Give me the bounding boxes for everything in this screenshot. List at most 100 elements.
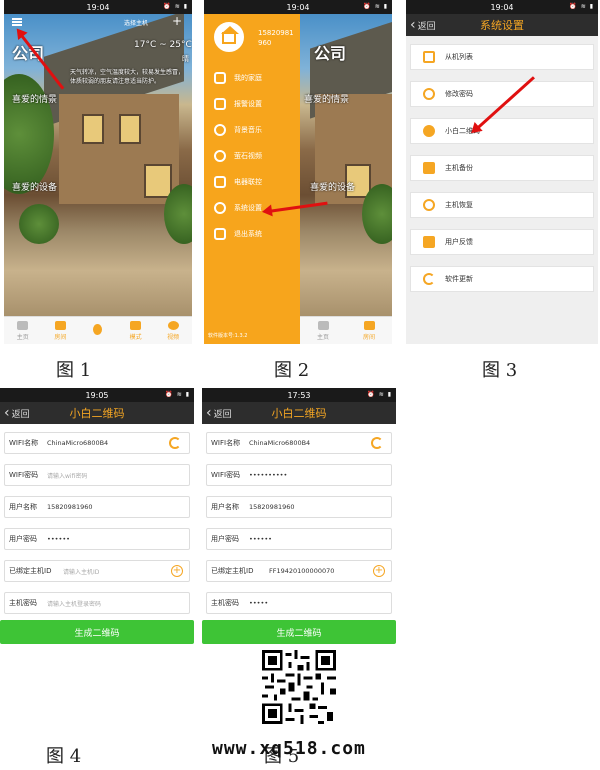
status-icons: ⏰ ≋ ▮ — [367, 391, 392, 398]
add-icon[interactable]: + — [373, 565, 385, 577]
screen-5-qr-form-filled: 17:53 ⏰ ≋ ▮ ‹ 返回 小白二维码 WIFI名称 ChinaMicro680… — [202, 388, 396, 728]
avatar[interactable] — [214, 22, 244, 52]
watermark-text: www.xq518.com — [212, 738, 366, 759]
menu-exit[interactable]: 退出系统 — [214, 228, 262, 240]
chevron-left-icon: ‹ — [206, 405, 212, 421]
menu-ezviz-video[interactable]: 萤石视频 — [214, 150, 262, 162]
settings-item-host-backup[interactable]: 主机备份 — [410, 155, 594, 181]
loading-icon — [169, 437, 181, 449]
favorite-devices-label: 喜爱的设备 — [310, 183, 356, 193]
mode-icon — [130, 320, 142, 330]
update-icon — [423, 273, 435, 285]
tab-rooms[interactable]: 房间 — [346, 317, 392, 344]
menu-system-settings[interactable]: 系统设置 — [214, 202, 262, 214]
add-icon[interactable]: + — [172, 14, 182, 28]
page-title: 小白二维码 — [271, 407, 327, 420]
screen-3-system-settings: 19:04 ⏰ ≋ ▮ ‹ 返回 系统设置 从机列表 修改密码 小白二维码 主机备份… — [406, 0, 598, 344]
username-field[interactable]: 用户名称 15820981960 — [4, 496, 190, 518]
menu-background-music[interactable]: 背景音乐 — [214, 124, 262, 136]
menu-appliance-control[interactable]: 电器联控 — [214, 176, 262, 188]
host-password-field[interactable]: 主机密码 请输入主机登录密码 — [4, 592, 190, 614]
back-button[interactable]: ‹ 返回 — [410, 17, 436, 33]
status-bar: 19:04 ⏰ ≋ ▮ — [4, 0, 192, 14]
tab-video[interactable]: 视频 — [154, 317, 192, 344]
user-password-field[interactable]: 用户密码 •••••• — [4, 528, 190, 550]
software-version: 软件版本号:1.3.2 — [208, 333, 248, 339]
backup-icon — [423, 162, 435, 174]
weather-label: 晴 — [182, 55, 189, 63]
status-icons: ⏰ ≋ ▮ — [363, 3, 388, 10]
status-icons: ⏰ ≋ ▮ — [569, 3, 594, 10]
chevron-left-icon: ‹ — [4, 405, 10, 421]
status-bar: 19:05 ⏰ ≋ ▮ — [0, 388, 194, 402]
settings-item-qr-code[interactable]: 小白二维码 — [410, 118, 594, 144]
caption-fig2: 图 2 — [274, 360, 310, 381]
back-button[interactable]: ‹ 返回 — [4, 405, 30, 421]
back-button[interactable]: ‹ 返回 — [206, 405, 232, 421]
status-bar: 17:53 ⏰ ≋ ▮ — [202, 388, 396, 402]
wifi-name-field[interactable]: WIFI名称 ChinaMicro6800B4 — [206, 432, 392, 454]
wifi-name-field[interactable]: WIFI名称 ChinaMicro6800B4 — [4, 432, 190, 454]
wifi-password-field[interactable]: WIFI密码 请输入wifi密码 — [4, 464, 190, 486]
bottom-tab-bar: 主页 房间 模式 视频 — [4, 316, 192, 344]
family-icon — [214, 72, 226, 84]
home-icon — [17, 320, 29, 330]
feedback-icon — [423, 236, 435, 248]
shield-icon — [214, 98, 226, 110]
status-time: 19:04 — [286, 2, 310, 12]
settings-item-software-update[interactable]: 软件更新 — [410, 266, 594, 292]
camera-icon — [214, 150, 226, 162]
status-time: 19:04 — [490, 2, 514, 12]
bottom-tab-bar: 主页 房间 — [300, 316, 392, 344]
user-password-field[interactable]: 用户密码 •••••• — [206, 528, 392, 550]
favorite-scenes-label: 喜爱的情景 — [12, 95, 58, 105]
chevron-left-icon: ‹ — [410, 17, 416, 33]
settings-item-feedback[interactable]: 用户反馈 — [410, 229, 594, 255]
menu-my-family[interactable]: 我的家庭 — [214, 72, 262, 84]
restore-icon — [423, 199, 435, 211]
caption-fig3: 图 3 — [482, 360, 518, 381]
caption-fig4: 图 4 — [46, 746, 82, 767]
tab-home[interactable]: 主页 — [300, 317, 346, 344]
settings-item-slave-list[interactable]: 从机列表 — [410, 44, 594, 70]
username-field[interactable]: 用户名称 15820981960 — [206, 496, 392, 518]
tab-voice[interactable] — [79, 317, 117, 344]
screen-1-home: 19:04 ⏰ ≋ ▮ 选择主机 + 公司 17°C ~ 25°C 晴 天气转凉，… — [4, 0, 192, 344]
qr-code-image — [262, 650, 336, 724]
status-icons: ⏰ ≋ ▮ — [165, 391, 190, 398]
menu-alarm-settings[interactable]: 报警设置 — [214, 98, 262, 110]
select-host-label[interactable]: 选择主机 — [124, 18, 148, 27]
host-id-field[interactable]: 已绑定主机ID FF19420100000070 + — [206, 560, 392, 582]
music-icon — [214, 124, 226, 136]
page-title: 小白二维码 — [69, 407, 125, 420]
status-bar: 19:04 ⏰ ≋ ▮ — [406, 0, 598, 14]
host-password-field[interactable]: 主机密码 ••••• — [206, 592, 392, 614]
status-time: 17:53 — [287, 390, 311, 400]
camera-icon — [167, 320, 179, 330]
add-icon[interactable]: + — [171, 565, 183, 577]
exit-icon — [214, 228, 226, 240]
title-bar: ‹ 返回 小白二维码 — [0, 402, 194, 424]
loading-icon — [371, 437, 383, 449]
status-bar: 19:04 ⏰ ≋ ▮ — [204, 0, 392, 14]
appliance-icon — [214, 176, 226, 188]
temperature-range: 17°C ~ 25°C — [134, 40, 192, 50]
favorite-devices-label: 喜爱的设备 — [12, 183, 58, 193]
bed-icon — [54, 320, 66, 330]
caption-fig1: 图 1 — [56, 360, 92, 381]
tab-home[interactable]: 主页 — [4, 317, 42, 344]
wifi-password-field[interactable]: WIFI密码 •••••••••• — [206, 464, 392, 486]
tab-mode[interactable]: 模式 — [117, 317, 155, 344]
tab-rooms[interactable]: 房间 — [42, 317, 80, 344]
generate-qr-button[interactable]: 生成二维码 — [0, 620, 194, 644]
account-number: 15820981960 — [258, 29, 294, 47]
status-icons: ⏰ ≋ ▮ — [163, 3, 188, 10]
microphone-icon — [93, 324, 103, 335]
qr-icon — [423, 125, 435, 137]
settings-item-host-restore[interactable]: 主机恢复 — [410, 192, 594, 218]
status-time: 19:05 — [85, 390, 109, 400]
generate-qr-button[interactable]: 生成二维码 — [202, 620, 396, 644]
screen-4-qr-form-empty: 19:05 ⏰ ≋ ▮ ‹ 返回 小白二维码 WIFI名称 ChinaMicro680… — [0, 388, 194, 728]
favorite-scenes-label: 喜爱的情景 — [304, 95, 350, 105]
host-id-field[interactable]: 已绑定主机ID 请输入主机ID + — [4, 560, 190, 582]
